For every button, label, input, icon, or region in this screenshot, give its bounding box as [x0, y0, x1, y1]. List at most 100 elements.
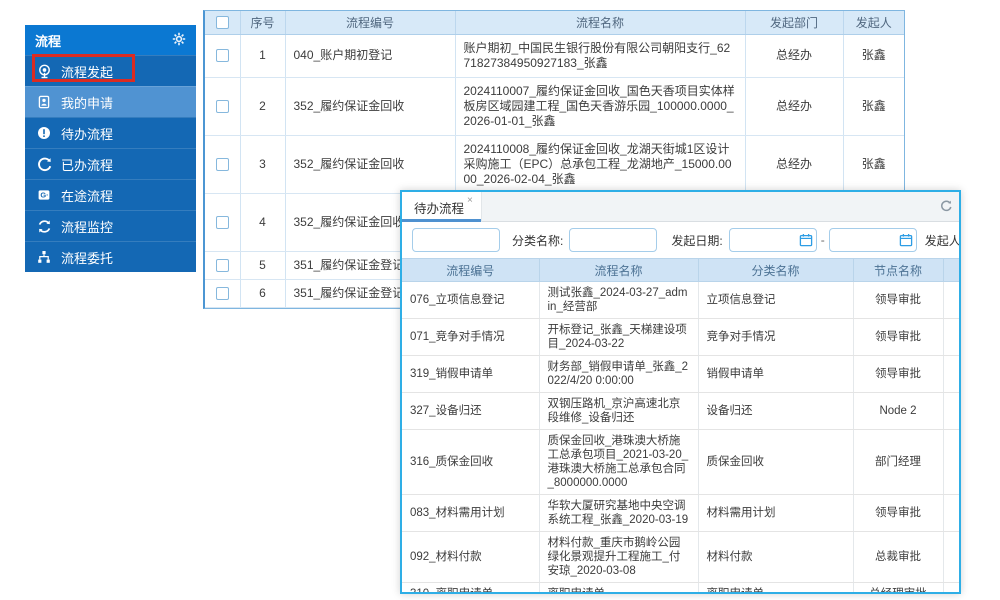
broadcast-icon	[36, 63, 52, 79]
cell-node: 总裁审批	[853, 531, 944, 583]
cell-extra	[943, 429, 959, 495]
table-row[interactable]: 1 040_账户期初登记 账户期初_中国民生银行股份有限公司朝阳支行_62718…	[205, 34, 904, 78]
sidebar-item-todo-processes[interactable]: 待办流程	[25, 117, 196, 148]
app-window: 流程 流程发起 我的申请 待办流程 已办流程 G· 在途流程 流程监控 流程委托…	[0, 0, 1000, 600]
cell-starter: 张鑫	[843, 34, 904, 78]
sidebar: 流程 流程发起 我的申请 待办流程 已办流程 G· 在途流程 流程监控 流程委托	[25, 25, 196, 272]
cell-dept: 总经办	[745, 77, 844, 136]
select-all-checkbox[interactable]	[215, 16, 229, 30]
cell-node: 总经理审批	[853, 582, 944, 592]
c-arrow-icon	[36, 156, 52, 172]
cell-starter: 张鑫	[843, 135, 904, 194]
header-checkbox-cell	[205, 11, 241, 35]
row-checkbox[interactable]	[215, 49, 229, 63]
sidebar-item-label: 在途流程	[61, 188, 114, 204]
category-input[interactable]	[569, 228, 658, 252]
cell-flow-name: 双钢压路机_京沪高速北京段维修_设备归还	[539, 392, 699, 430]
row-checkbox-cell	[205, 193, 241, 252]
header-flow-code: 流程编号	[402, 258, 540, 282]
sidebar-item-label: 待办流程	[61, 126, 114, 142]
cell-extra	[943, 582, 959, 592]
cell-flow-name: 财务部_销假申请单_张鑫_2022/4/20 0:00:00	[539, 355, 699, 393]
panel-search-row: 分类名称: 发起日期: - 发起人:	[402, 222, 959, 258]
cell-flow-name: 开标登记_张鑫_天梯建设项目_2024-03-22	[539, 318, 699, 356]
cell-node: 领导审批	[853, 494, 944, 532]
sidebar-item-done-processes[interactable]: 已办流程	[25, 148, 196, 179]
row-checkbox[interactable]	[215, 258, 229, 272]
sidebar-title: 流程	[35, 33, 62, 49]
cell-node: 领导审批	[853, 318, 944, 356]
svg-text:G·: G·	[40, 191, 48, 200]
row-checkbox-cell	[205, 135, 241, 194]
header-flow-name: 流程名称	[539, 258, 699, 282]
refresh-icon[interactable]	[939, 199, 954, 214]
table-row[interactable]: 3 352_履约保证金回收 2024110008_履约保证金回收_龙湖天街城1区…	[205, 135, 904, 194]
cell-flow-name: 账户期初_中国民生银行股份有限公司朝阳支行_627182738495092718…	[455, 34, 746, 78]
table-row[interactable]: 319_销假申请单 财务部_销假申请单_张鑫_2022/4/20 0:00:00…	[402, 355, 959, 393]
row-checkbox[interactable]	[215, 157, 229, 171]
header-dept: 发起部门	[745, 11, 844, 35]
cell-category: 设备归还	[698, 392, 854, 430]
cell-node: 部门经理	[853, 429, 944, 495]
sidebar-item-label: 流程委托	[61, 250, 114, 266]
cell-flow-name: 材料付款_重庆市鹅岭公园绿化景观提升工程施工_付安琼_2020-03-08	[539, 531, 699, 583]
sidebar-header: 流程	[25, 25, 196, 55]
cell-flow-name: 质保金回收_港珠澳大桥施工总承包项目_2021-03-20_港珠澳大桥施工总承包…	[539, 429, 699, 495]
sync-icon	[36, 218, 52, 234]
row-checkbox[interactable]	[215, 215, 229, 229]
calendar-icon[interactable]	[799, 233, 813, 247]
date-to-field	[828, 228, 917, 252]
cell-category: 质保金回收	[698, 429, 854, 495]
cell-index: 2	[240, 77, 286, 136]
cell-flow-code: 327_设备归还	[402, 392, 540, 430]
cell-flow-code: 316_质保金回收	[402, 429, 540, 495]
sidebar-item-my-applications[interactable]: 我的申请	[25, 86, 196, 117]
sidebar-item-process-start[interactable]: 流程发起	[25, 55, 196, 86]
todo-processes-panel: 待办流程 × 分类名称: 发起日期: - 发起人: 流程编号 流程名称 分类名称…	[400, 190, 961, 594]
tab-todo-processes[interactable]: 待办流程 ×	[402, 192, 482, 222]
cell-extra	[943, 494, 959, 532]
cell-flow-code: 310_离职申请单	[402, 582, 540, 592]
cell-flow-name: 2024110008_履约保证金回收_龙湖天街城1区设计采购施工（EPC）总承包…	[455, 135, 746, 194]
cell-category: 销假申请单	[698, 355, 854, 393]
start-date-label: 发起日期:	[671, 233, 723, 248]
panel-tab-bar: 待办流程 ×	[402, 192, 959, 222]
cell-flow-name: 离职申请单	[539, 582, 699, 592]
calendar-icon[interactable]	[899, 233, 913, 247]
table-row[interactable]: 071_竞争对手情况 开标登记_张鑫_天梯建设项目_2024-03-22 竞争对…	[402, 318, 959, 356]
table-row[interactable]: 076_立项信息登记 测试张鑫_2024-03-27_admin_经营部 立项信…	[402, 281, 959, 319]
cell-flow-code: 352_履约保证金回收	[285, 135, 456, 194]
cell-index: 3	[240, 135, 286, 194]
g-badge-icon: G·	[36, 187, 52, 203]
table-row[interactable]: 092_材料付款 材料付款_重庆市鹅岭公园绿化景观提升工程施工_付安琼_2020…	[402, 531, 959, 583]
header-flow-name: 流程名称	[455, 11, 746, 35]
cell-dept: 总经办	[745, 34, 844, 78]
table-row[interactable]: 316_质保金回收 质保金回收_港珠澳大桥施工总承包项目_2021-03-20_…	[402, 429, 959, 495]
cell-flow-code: 319_销假申请单	[402, 355, 540, 393]
cell-flow-name: 测试张鑫_2024-03-27_admin_经营部	[539, 281, 699, 319]
row-checkbox-cell	[205, 251, 241, 280]
tab-close-icon[interactable]: ×	[467, 196, 473, 206]
keyword-input[interactable]	[412, 228, 500, 252]
sidebar-item-label: 我的申请	[61, 95, 114, 111]
cell-starter: 张鑫	[843, 77, 904, 136]
header-category: 分类名称	[698, 258, 854, 282]
sidebar-item-label: 流程监控	[61, 219, 114, 235]
cell-category: 材料付款	[698, 531, 854, 583]
row-checkbox[interactable]	[215, 286, 229, 300]
table-row[interactable]: 083_材料需用计划 华软大厦研究基地中央空调系统工程_张鑫_2020-03-1…	[402, 494, 959, 532]
row-checkbox[interactable]	[215, 99, 229, 113]
row-checkbox-cell	[205, 77, 241, 136]
table-row[interactable]: 327_设备归还 双钢压路机_京沪高速北京段维修_设备归还 设备归还 Node …	[402, 392, 959, 430]
cell-index: 5	[240, 251, 286, 280]
sidebar-item-process-delegate[interactable]: 流程委托	[25, 241, 196, 272]
gear-icon[interactable]	[172, 32, 186, 49]
header-flow-code: 流程编号	[285, 11, 456, 35]
starter-label: 发起人:	[924, 233, 961, 248]
sidebar-item-process-monitor[interactable]: 流程监控	[25, 210, 196, 241]
sidebar-item-inflight-processes[interactable]: G· 在途流程	[25, 179, 196, 210]
date-from-field	[728, 228, 817, 252]
tab-label: 待办流程	[414, 202, 465, 216]
table-row[interactable]: 310_离职申请单 离职申请单 离职申请单 总经理审批	[402, 582, 959, 592]
table-row[interactable]: 2 352_履约保证金回收 2024110007_履约保证金回收_国色天香项目实…	[205, 77, 904, 136]
